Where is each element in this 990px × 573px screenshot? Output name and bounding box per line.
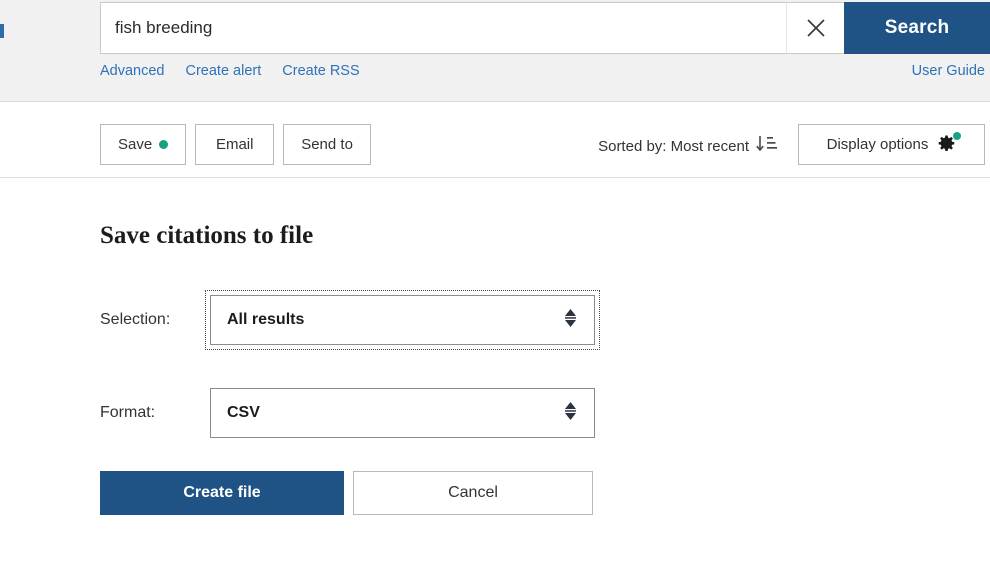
selection-select[interactable]: All results (210, 295, 595, 345)
results-action-toolbar: Save Email Send to Sorted by: Most recen… (0, 102, 990, 178)
display-options-status-dot-icon (953, 132, 962, 140)
sorted-by-control[interactable]: Sorted by: Most recent (598, 134, 777, 158)
sort-descending-icon (755, 134, 777, 158)
format-select[interactable]: CSV (210, 388, 595, 438)
format-field-row: Format: CSV (100, 383, 600, 443)
selection-focus-ring: All results (205, 290, 600, 350)
sorted-by-label: Sorted by: Most recent (598, 137, 749, 155)
search-button[interactable]: Search (844, 2, 990, 54)
close-x-icon-button[interactable] (786, 2, 844, 54)
gear-icon (937, 132, 962, 154)
panel-action-row: Create file Cancel (100, 471, 593, 515)
format-select-wrapper: CSV (205, 383, 600, 443)
chevron-updown-icon (563, 307, 578, 334)
advanced-search-link[interactable]: Advanced (100, 63, 165, 79)
search-input-container (100, 2, 786, 54)
email-button[interactable]: Email (195, 124, 275, 165)
send-to-button[interactable]: Send to (283, 124, 371, 165)
user-guide-link[interactable]: User Guide (912, 63, 985, 79)
toolbar-button-group: Save Email Send to (100, 124, 371, 165)
search-sublinks: Advanced Create alert Create RSS (100, 63, 360, 79)
display-options-label: Display options (826, 136, 929, 153)
cancel-button[interactable]: Cancel (353, 471, 593, 515)
create-rss-link[interactable]: Create RSS (282, 63, 359, 79)
search-header-band: Search Advanced Create alert Create RSS … (0, 0, 990, 102)
format-selected-value: CSV (227, 404, 260, 421)
selection-label: Selection: (100, 311, 171, 328)
format-label: Format: (100, 404, 156, 421)
selection-field-row: Selection: All results (100, 290, 600, 350)
save-status-dot-icon (159, 140, 169, 149)
create-file-button[interactable]: Create file (100, 471, 344, 515)
chevron-updown-icon (563, 400, 578, 427)
site-logo-fragment (0, 24, 4, 38)
save-button[interactable]: Save (100, 124, 187, 165)
display-options-button[interactable]: Display options (798, 124, 985, 165)
selection-selected-value: All results (227, 311, 305, 328)
close-x-icon (805, 17, 827, 39)
create-alert-link[interactable]: Create alert (186, 63, 262, 79)
save-button-label: Save (118, 136, 153, 153)
search-bar: Search (100, 2, 990, 54)
search-input[interactable] (101, 3, 786, 53)
page-title: Save citations to file (100, 222, 314, 249)
save-citations-panel: Save citations to file Selection: All re… (0, 178, 990, 573)
